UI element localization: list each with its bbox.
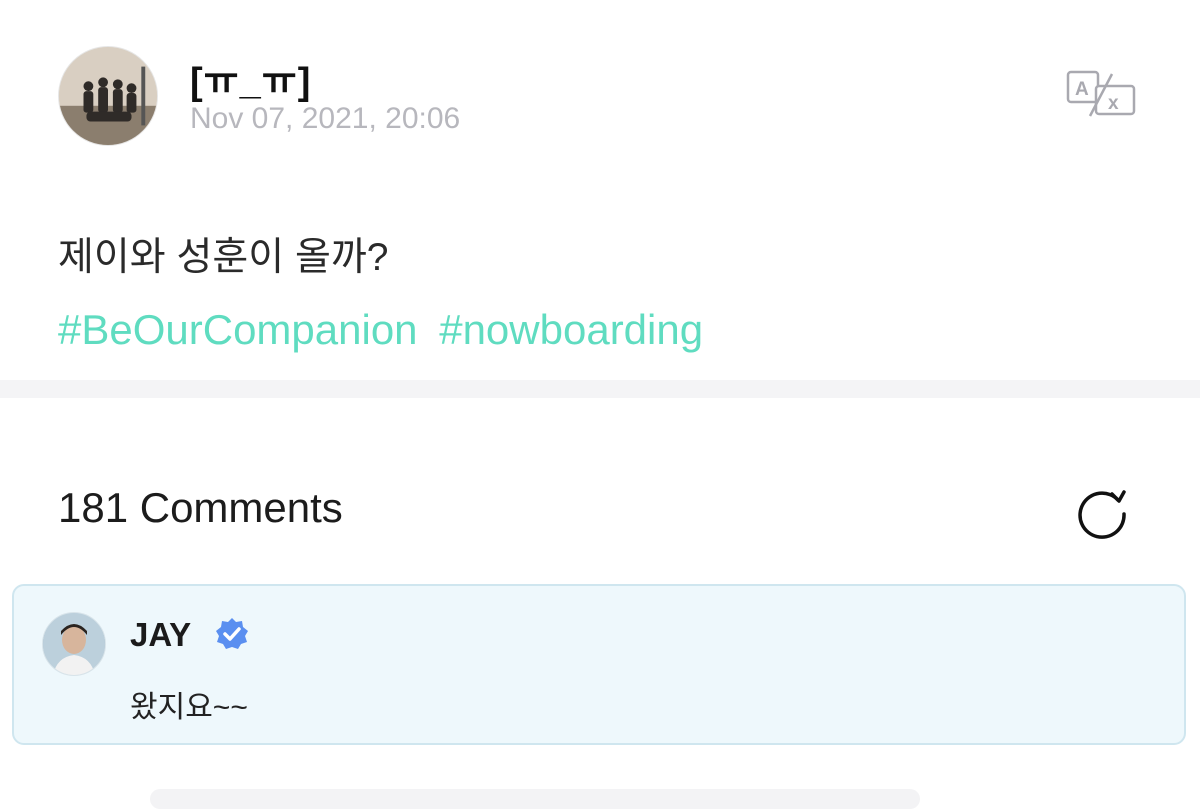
comment-item[interactable]: JAY 왔지요~~: [12, 584, 1186, 745]
hashtag-beourcompanion[interactable]: #BeOurCompanion: [58, 306, 418, 353]
next-comment-preview: [150, 789, 920, 809]
comments-count: 181 Comments: [58, 484, 343, 531]
section-divider: [0, 380, 1200, 398]
author-name[interactable]: [ㅠ_ㅠ]: [190, 50, 311, 105]
svg-text:A: A: [1075, 79, 1089, 100]
comment-author-avatar[interactable]: [42, 612, 106, 676]
post-header: [ㅠ_ㅠ] Nov 07, 2021, 20:06 A x: [0, 0, 1200, 190]
translate-button[interactable]: A x: [1066, 70, 1138, 118]
group-photo-image: [59, 47, 157, 145]
hashtag-list: #BeOurCompanion #nowboarding: [58, 304, 1158, 356]
hashtag-nowboarding[interactable]: #nowboarding: [439, 306, 703, 353]
translate-icon: A x: [1066, 70, 1136, 117]
refresh-icon: [1078, 490, 1126, 539]
svg-text:x: x: [1108, 93, 1119, 114]
post-body: 제이와 성훈이 올까? #BeOurCompanion #nowboarding: [58, 232, 1158, 356]
verified-badge: [214, 616, 250, 652]
post-text: 제이와 성훈이 올까?: [58, 236, 389, 279]
refresh-button[interactable]: [1072, 480, 1132, 540]
author-avatar[interactable]: [58, 46, 158, 146]
comment-text: 왔지요~~: [130, 691, 248, 724]
profile-photo-image: [43, 613, 105, 675]
comment-author-name[interactable]: JAY: [130, 616, 191, 654]
verified-badge-icon: [216, 618, 248, 649]
post-date: Nov 07, 2021, 20:06: [190, 102, 461, 135]
